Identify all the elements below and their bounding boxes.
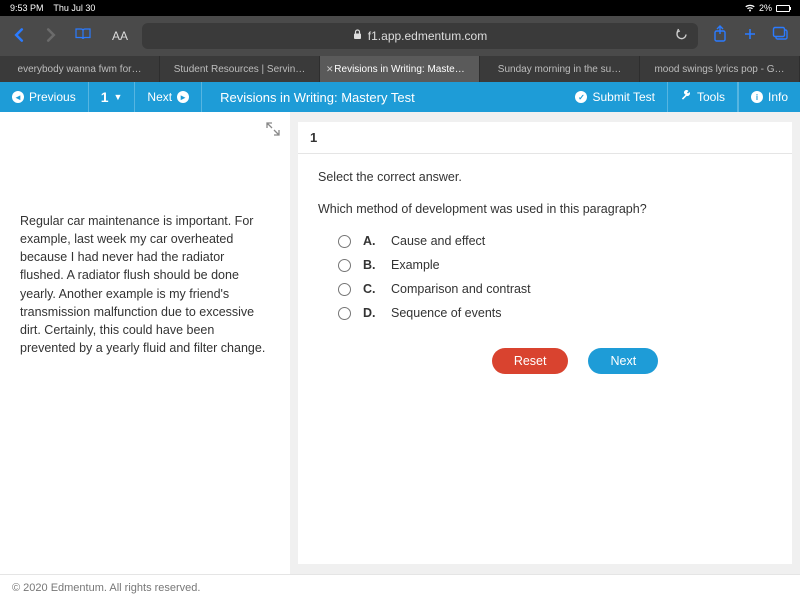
- lock-icon: [353, 29, 362, 43]
- radio-b[interactable]: [338, 259, 351, 272]
- choice-text: Comparison and contrast: [391, 282, 531, 296]
- submit-label: Submit Test: [592, 90, 654, 104]
- close-icon[interactable]: ✕: [326, 64, 334, 75]
- choice-text: Example: [391, 258, 440, 272]
- share-icon[interactable]: [712, 25, 728, 48]
- app-title: Revisions in Writing: Mastery Test: [202, 90, 563, 105]
- status-left: 9:53 PM Thu Jul 30: [10, 3, 95, 13]
- browser-toolbar: AA f1.app.edmentum.com: [0, 16, 800, 56]
- status-right: 2%: [745, 3, 790, 13]
- chevron-down-icon: ▼: [113, 92, 122, 102]
- bookmarks-icon[interactable]: [74, 27, 92, 46]
- copyright: © 2020 Edmentum. All rights reserved.: [12, 582, 200, 594]
- tab-label: Student Resources | Servin…: [174, 64, 306, 75]
- arrow-right-icon: ►: [177, 91, 189, 103]
- question-number: 1: [298, 122, 792, 154]
- tabs-overview-icon[interactable]: [772, 26, 790, 47]
- ipad-status-bar: 9:53 PM Thu Jul 30 2%: [0, 0, 800, 16]
- status-time: 9:53 PM: [10, 3, 44, 13]
- choice-letter: A.: [363, 234, 379, 248]
- next-button[interactable]: Next ►: [135, 82, 202, 112]
- reload-icon[interactable]: [675, 28, 688, 44]
- tab-label: everybody wanna fwm for…: [18, 64, 142, 75]
- wifi-icon: [745, 4, 755, 12]
- expand-icon[interactable]: [266, 122, 280, 141]
- wrench-icon: [680, 90, 692, 105]
- submit-test-button[interactable]: ✓ Submit Test: [563, 82, 667, 112]
- choice-text: Cause and effect: [391, 234, 485, 248]
- footer: © 2020 Edmentum. All rights reserved.: [0, 574, 800, 600]
- info-button[interactable]: i Info: [738, 82, 800, 112]
- back-button[interactable]: [10, 26, 28, 47]
- forward-button[interactable]: [42, 26, 60, 47]
- app-bar: ◄ Previous 1 ▼ Next ► Revisions in Writi…: [0, 82, 800, 112]
- radio-d[interactable]: [338, 307, 351, 320]
- tools-label: Tools: [697, 90, 725, 104]
- passage-text: Regular car maintenance is important. Fo…: [20, 212, 270, 357]
- choice-d[interactable]: D. Sequence of events: [338, 306, 772, 320]
- radio-a[interactable]: [338, 235, 351, 248]
- main-content: Regular car maintenance is important. Fo…: [0, 112, 800, 574]
- browser-tab[interactable]: Sunday morning in the su…: [480, 56, 640, 82]
- choice-letter: D.: [363, 306, 379, 320]
- browser-tab-active[interactable]: ✕Revisions in Writing: Maste…: [320, 56, 480, 82]
- choice-letter: B.: [363, 258, 379, 272]
- page-selector[interactable]: 1 ▼: [89, 82, 136, 112]
- battery-icon: [776, 5, 790, 12]
- tab-label: Sunday morning in the su…: [498, 64, 621, 75]
- choice-text: Sequence of events: [391, 306, 502, 320]
- page-number: 1: [101, 89, 109, 105]
- tab-label: Revisions in Writing: Maste…: [334, 64, 464, 75]
- browser-tab[interactable]: Student Resources | Servin…: [160, 56, 320, 82]
- previous-button[interactable]: ◄ Previous: [0, 82, 89, 112]
- answer-choices: A. Cause and effect B. Example C. Compar…: [338, 234, 772, 320]
- status-date: Thu Jul 30: [53, 3, 95, 13]
- next-label: Next: [147, 90, 172, 104]
- arrow-left-icon: ◄: [12, 91, 24, 103]
- previous-label: Previous: [29, 90, 76, 104]
- browser-tabs: everybody wanna fwm for… Student Resourc…: [0, 56, 800, 82]
- reset-button[interactable]: Reset: [492, 348, 569, 374]
- battery-percent: 2%: [759, 3, 772, 13]
- check-icon: ✓: [575, 91, 587, 103]
- browser-tab[interactable]: everybody wanna fwm for…: [0, 56, 160, 82]
- radio-c[interactable]: [338, 283, 351, 296]
- tab-label: mood swings lyrics pop - G…: [654, 64, 784, 75]
- info-icon: i: [751, 91, 763, 103]
- next-question-button[interactable]: Next: [588, 348, 658, 374]
- choice-letter: C.: [363, 282, 379, 296]
- choice-c[interactable]: C. Comparison and contrast: [338, 282, 772, 296]
- choice-a[interactable]: A. Cause and effect: [338, 234, 772, 248]
- question-body: Select the correct answer. Which method …: [298, 154, 792, 390]
- question-panel: 1 Select the correct answer. Which metho…: [298, 122, 792, 564]
- question-prompt: Which method of development was used in …: [318, 202, 772, 216]
- url-host: f1.app.edmentum.com: [368, 29, 487, 43]
- passage-panel: Regular car maintenance is important. Fo…: [0, 112, 290, 574]
- question-actions: Reset Next: [318, 348, 772, 374]
- new-tab-icon[interactable]: [742, 26, 758, 47]
- choice-b[interactable]: B. Example: [338, 258, 772, 272]
- question-instruction: Select the correct answer.: [318, 170, 772, 184]
- text-size-button[interactable]: AA: [112, 29, 128, 43]
- tools-button[interactable]: Tools: [668, 82, 738, 112]
- browser-tab[interactable]: mood swings lyrics pop - G…: [640, 56, 800, 82]
- url-bar[interactable]: f1.app.edmentum.com: [142, 23, 698, 49]
- info-label: Info: [768, 90, 788, 104]
